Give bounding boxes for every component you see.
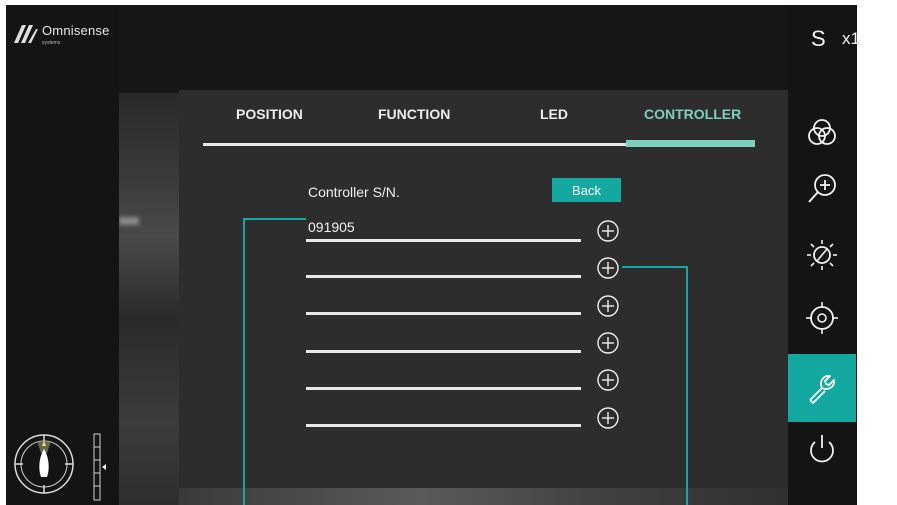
logo-sub: systems (42, 40, 61, 46)
compass-icon (14, 434, 74, 494)
callout-line-add (686, 266, 688, 505)
logo-mark-icon (14, 25, 38, 43)
controller-sn-label: Controller S/N. (308, 184, 400, 200)
add-serial-icon[interactable] (596, 368, 620, 392)
scene-hotspot (119, 217, 139, 225)
omnisense-logo: Omnisense systems (14, 22, 110, 46)
callout-line-add-h (622, 266, 688, 268)
serial-field-1[interactable] (306, 239, 581, 242)
serial-field-5[interactable] (306, 387, 581, 390)
add-serial-icon[interactable] (596, 219, 620, 243)
tab-function[interactable]: FUNCTION (378, 106, 450, 122)
power-icon (810, 435, 834, 463)
power-button[interactable] (788, 414, 856, 482)
callout-line-serial-h (243, 218, 306, 220)
brightness-icon (807, 240, 837, 270)
left-panel: Omnisense systems (6, 5, 119, 505)
add-serial-icon[interactable] (596, 406, 620, 430)
wrench-settings-icon (809, 375, 835, 404)
elevation-scale (93, 433, 106, 501)
serial-field-3[interactable] (306, 312, 581, 315)
zoom-level: x1.0 (842, 29, 857, 48)
serial-value[interactable]: 091905 (308, 219, 355, 235)
logo-brand: Omnisense (42, 23, 110, 38)
add-serial-icon[interactable] (596, 256, 620, 280)
add-serial-icon[interactable] (596, 294, 620, 318)
back-button[interactable]: Back (552, 178, 621, 202)
zoom-in-button[interactable] (788, 155, 856, 223)
crosshair-icon (806, 302, 838, 334)
callout-line-serial (243, 218, 245, 505)
active-tab-indicator (626, 140, 755, 147)
tab-led[interactable]: LED (540, 106, 568, 122)
zoom-in-icon (808, 174, 836, 203)
scene-sky (119, 5, 788, 93)
tab-controller[interactable]: CONTROLLER (644, 106, 741, 122)
scene-left-strip (119, 93, 181, 505)
brightness-button[interactable] (788, 221, 856, 289)
serial-field-6[interactable] (306, 424, 581, 427)
add-serial-icon[interactable] (596, 331, 620, 355)
color-palette-icon (808, 119, 836, 145)
serial-field-2[interactable] (306, 275, 581, 278)
crosshair-button[interactable] (788, 284, 856, 352)
serial-field-4[interactable] (306, 350, 581, 353)
settings-dialog: POSITION FUNCTION LED CONTROLLER Control… (179, 90, 788, 488)
tab-position[interactable]: POSITION (236, 106, 303, 122)
camera-screen: Omnisense systems S x1.0 (6, 5, 857, 505)
mode-indicator: S (811, 26, 826, 51)
settings-button[interactable] (788, 354, 856, 422)
